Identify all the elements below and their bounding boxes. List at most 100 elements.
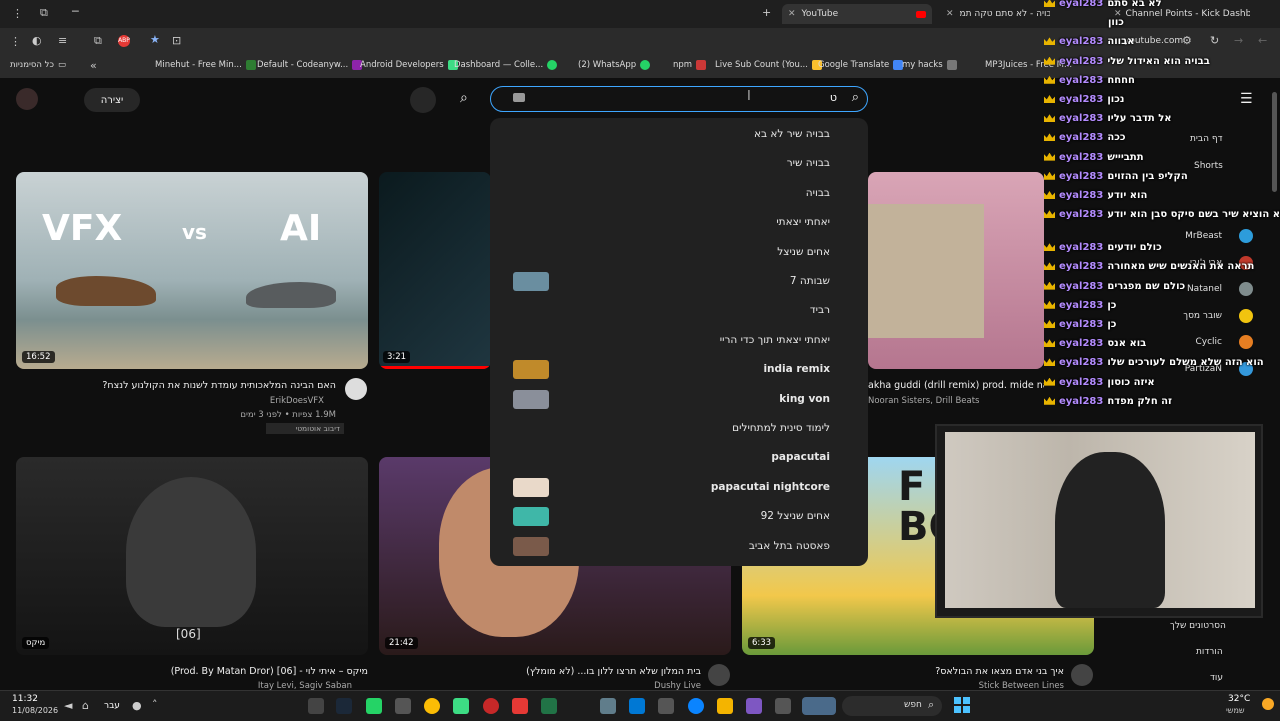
subscription-item[interactable]: Cyclic (1164, 337, 1222, 347)
sidebar-item-shorts[interactable]: Shorts (1194, 161, 1223, 171)
suggestion-item[interactable]: יאחתי יצאתי תוך כדי הריי (490, 326, 868, 355)
sidebar-item-more[interactable]: עוד (1210, 673, 1223, 683)
bookmark-dashboard[interactable]: Dashboard — Colle... (454, 60, 558, 70)
reload-icon[interactable]: ↻ (1210, 34, 1219, 47)
minimize-window-icon[interactable]: ─ (72, 5, 79, 18)
start-button[interactable] (954, 697, 970, 713)
whatsapp-icon[interactable] (366, 698, 382, 714)
channel-name[interactable]: Nooran Sisters, Drill Beats (868, 396, 1044, 406)
sidebar-item-downloads[interactable]: הורדות (1196, 647, 1223, 657)
app-icon[interactable] (658, 698, 674, 714)
suggestion-item[interactable]: india remix (490, 355, 868, 384)
bookmark-live-sub-count[interactable]: Live Sub Count (You... (715, 60, 822, 70)
suggestion-item[interactable]: פאסטה בתל אביב (490, 532, 868, 561)
microphone-icon[interactable]: ● (132, 699, 142, 712)
video-title[interactable]: akha guddi (drill remix) prod. mide naik… (868, 380, 1044, 391)
create-button[interactable]: יצירה (84, 88, 140, 112)
channel-avatar[interactable] (345, 378, 367, 400)
forward-icon[interactable]: → (1234, 34, 1243, 47)
taskbar-search[interactable]: חפש ⌕ (842, 696, 942, 716)
video-thumbnail[interactable]: 3:21 (379, 172, 491, 369)
suggestion-item[interactable]: שבותה 7 (490, 267, 868, 296)
copilot-icon[interactable] (746, 698, 762, 714)
channel-avatar[interactable] (1071, 664, 1093, 686)
clock-date[interactable]: 11/08/2026 (12, 706, 58, 715)
suggestion-item[interactable]: בבויה שיר (490, 149, 868, 178)
voice-search-button[interactable] (410, 87, 436, 113)
suggestion-item[interactable]: בבויה שיר לא בא (490, 120, 868, 149)
channel-name[interactable]: ErikDoesVFX (16, 396, 324, 406)
widget-icon[interactable] (802, 697, 836, 715)
clock-time[interactable]: 11:32 (12, 694, 38, 704)
channel-avatar[interactable] (1239, 229, 1253, 243)
search-icon[interactable]: ⌕ (460, 90, 468, 106)
language-indicator[interactable]: עבר (104, 701, 120, 711)
steam-icon[interactable] (336, 698, 352, 714)
excel-icon[interactable] (541, 698, 557, 714)
site-settings-icon[interactable]: ⚙ (1182, 34, 1192, 47)
hamburger-menu-icon[interactable]: ☰ (1240, 91, 1253, 107)
channel-avatar[interactable] (1239, 335, 1253, 350)
new-tab-icon[interactable]: + (762, 6, 771, 19)
restore-window-icon[interactable]: ⧉ (40, 6, 48, 20)
edge-icon[interactable] (688, 698, 704, 714)
keyboard-icon[interactable] (513, 93, 525, 102)
close-tab-icon[interactable]: ✕ (788, 9, 796, 19)
file-explorer-icon[interactable] (717, 698, 733, 714)
bookmark-my-hacks[interactable]: my hacks (902, 60, 957, 70)
video-thumbnail[interactable] (868, 172, 1044, 369)
app-icon[interactable] (600, 698, 616, 714)
app-icon[interactable] (512, 698, 528, 714)
app-icon[interactable] (453, 698, 469, 714)
sidebar-item-your-videos[interactable]: הסרטונים שלך (1170, 621, 1226, 631)
weather-desc[interactable]: שמשי (1226, 706, 1245, 715)
app-icon[interactable] (775, 698, 791, 714)
queue-icon[interactable]: ≡ (58, 34, 67, 47)
menu-dots-icon[interactable]: ⋮ (10, 35, 21, 48)
volume-icon[interactable]: ◄ (64, 699, 72, 712)
app-icon[interactable] (483, 698, 499, 714)
bookmark-codeanywhere[interactable]: Default - Codeanyw... (257, 60, 363, 70)
install-app-icon[interactable]: ⊡ (172, 34, 181, 47)
suggestion-item[interactable]: בבויה (490, 179, 868, 208)
app-icon[interactable] (395, 698, 411, 714)
chevron-left-icon[interactable]: « (90, 59, 97, 72)
tab-song[interactable]: ✕ בבויה - לא סתם טקה תמ... (940, 4, 1050, 24)
bookmark-google-translate[interactable]: Google Translate (818, 60, 904, 70)
video-title[interactable]: האם הבינה המלאכותית עומדת לשנות את הקולנ… (16, 380, 336, 391)
suggestion-item[interactable]: רביד (490, 296, 868, 325)
channel-avatar[interactable] (1239, 308, 1253, 323)
bookmark-android[interactable]: Android Developers (360, 60, 458, 70)
suggestion-item[interactable]: king von (490, 385, 868, 414)
close-tab-icon[interactable]: ✕ (946, 9, 954, 19)
suggestion-item[interactable]: לימוד סינית למתחילים (490, 414, 868, 443)
suggestion-item[interactable]: אחים שניצל (490, 238, 868, 267)
network-icon[interactable]: ⌂ (82, 699, 89, 712)
bookmark-star-icon[interactable]: ★ (150, 33, 160, 46)
tab-youtube[interactable]: ✕ YouTube (782, 4, 932, 24)
extensions-icon[interactable]: ⧉ (94, 34, 102, 48)
suggestion-item[interactable]: יאחתי יצאתי (490, 208, 868, 237)
avatar[interactable] (16, 88, 38, 110)
scrollbar[interactable] (1272, 92, 1277, 192)
suggestion-item[interactable]: papacutai (490, 443, 868, 472)
search-input[interactable]: I ט ⌕ (490, 86, 868, 112)
suggestion-item[interactable]: papacutai nightcore (490, 473, 868, 502)
all-bookmarks[interactable]: כל הסימניות ▭ (10, 60, 66, 70)
video-title[interactable]: בית המלון שלא תרצו ללון בו... (לא מומלץ) (379, 666, 701, 677)
adblock-icon[interactable]: ABP (118, 35, 130, 47)
menu-dots-icon[interactable]: ⋮ (12, 7, 23, 20)
bookmark-minehut[interactable]: Minehut - Free Min... (155, 60, 256, 70)
bookmark-whatsapp[interactable]: (2) WhatsApp (578, 60, 651, 70)
profile-icon[interactable]: ◐ (32, 34, 42, 47)
video-thumbnail[interactable]: VFX vs AI 16:52 (16, 172, 368, 369)
channel-avatar[interactable] (1239, 282, 1253, 297)
subscription-item[interactable]: MrBeast (1164, 231, 1222, 241)
outlook-icon[interactable] (629, 698, 645, 714)
subscription-item[interactable]: שובר מסך (1164, 311, 1222, 321)
back-icon[interactable]: ← (1258, 34, 1267, 47)
bookmark-npm[interactable]: npm (673, 60, 707, 70)
video-thumbnail[interactable]: [06] מיקס (16, 457, 368, 655)
channel-avatar[interactable] (708, 664, 730, 686)
video-title[interactable]: מיקס – איתי לוי - [06] (Prod. By Matan D… (16, 666, 368, 677)
